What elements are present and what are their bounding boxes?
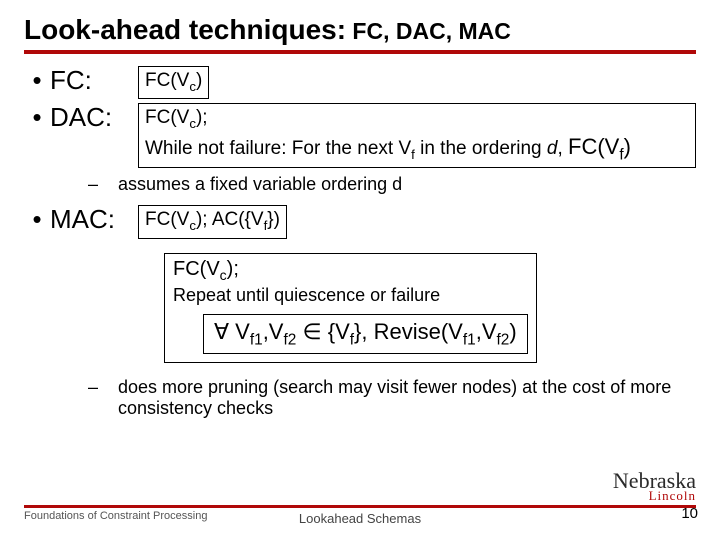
item-mac: • MAC: FC(Vc); AC({Vf}) [24, 205, 696, 238]
title-main: Look-ahead techniques: [24, 14, 346, 45]
item-fc: • FC: FC(Vc) [24, 66, 696, 99]
page-number: 10 [681, 505, 698, 522]
fc-label: FC: [50, 66, 138, 95]
mac-detail-inner: ∀ Vf1,Vf2 ∈ {Vf}, Revise(Vf1,Vf2) [203, 314, 528, 354]
bullet-icon: • [24, 103, 50, 132]
mac-note: does more pruning (search may visit fewe… [118, 377, 678, 419]
footer-center: Lookahead Schemas [0, 511, 720, 526]
title-rule [24, 50, 696, 54]
bullet-icon: • [24, 205, 50, 234]
mac-detail: FC(Vc); Repeat until quiescence or failu… [164, 253, 696, 363]
title-sub: FC, DAC, MAC [346, 18, 511, 44]
bullet-icon: • [24, 66, 50, 95]
slide-title: Look-ahead techniques: FC, DAC, MAC [24, 14, 696, 46]
mac-note-row: – does more pruning (search may visit fe… [24, 377, 696, 419]
mac-detail-box: FC(Vc); Repeat until quiescence or failu… [164, 253, 537, 363]
item-dac: • DAC: FC(Vc);While not failure: For the… [24, 103, 696, 168]
mac-detail-text: Repeat until quiescence or failure [173, 285, 528, 306]
dash-icon: – [88, 377, 118, 398]
dac-note-row: – assumes a fixed variable ordering d [24, 174, 696, 195]
dac-box: FC(Vc);While not failure: For the next V… [138, 103, 696, 168]
university-logo: Nebraska Lincoln [613, 471, 696, 502]
mac-detail-head: FC(Vc); [173, 258, 528, 283]
dac-label: DAC: [50, 103, 138, 132]
fc-box: FC(Vc) [138, 66, 209, 99]
mac-box: FC(Vc); AC({Vf}) [138, 205, 287, 238]
dac-note: assumes a fixed variable ordering d [118, 174, 402, 195]
mac-label: MAC: [50, 205, 138, 234]
footer-rule [24, 505, 696, 508]
dash-icon: – [88, 174, 118, 195]
